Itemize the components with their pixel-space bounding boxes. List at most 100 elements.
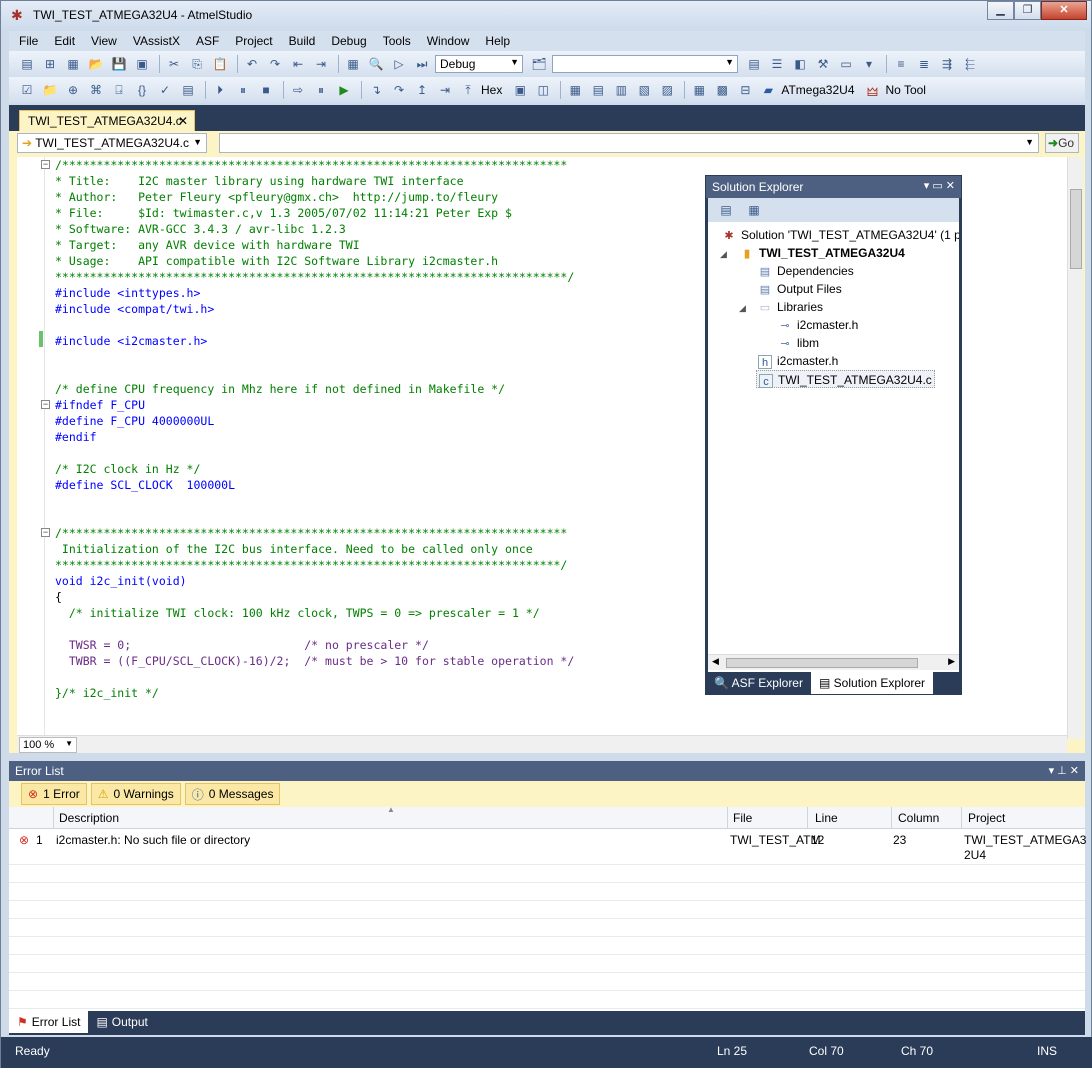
- editor-horizontal-scrollbar[interactable]: 100 % ▼: [17, 735, 1067, 753]
- save-all-icon[interactable]: ▣: [132, 55, 152, 73]
- menu-help[interactable]: Help: [475, 34, 516, 48]
- save-icon[interactable]: 💾: [109, 55, 129, 73]
- tree-item-dependencies[interactable]: ▤ Dependencies: [758, 262, 854, 280]
- find-in-files-icon[interactable]: 🗂: [529, 55, 549, 73]
- panel-window-controls[interactable]: ▾ ⊥ ✕: [1049, 764, 1079, 777]
- io-view-icon[interactable]: ▥: [611, 81, 631, 99]
- tool-selector[interactable]: No Tool: [886, 83, 926, 97]
- chip-icon[interactable]: ▰: [758, 81, 778, 99]
- build-icon[interactable]: ▦: [343, 55, 363, 73]
- find-combo[interactable]: ▼: [552, 55, 738, 73]
- tab-solution-explorer[interactable]: ▤ Solution Explorer: [810, 672, 934, 694]
- processor-icon[interactable]: ▨: [657, 81, 677, 99]
- step-over-icon[interactable]: ↷: [389, 81, 409, 99]
- close-button[interactable]: ✕: [1041, 1, 1087, 20]
- device-programming-icon[interactable]: ▣: [510, 81, 530, 99]
- reset-icon[interactable]: ⤒: [458, 81, 478, 99]
- minimize-button[interactable]: ▁: [987, 1, 1014, 20]
- break-all-icon[interactable]: ⏸: [233, 81, 253, 99]
- open-folder-icon[interactable]: 📁: [40, 81, 60, 99]
- show-next-statement-icon[interactable]: ⇨: [288, 81, 308, 99]
- outdent-icon[interactable]: ⬱: [960, 55, 980, 73]
- column-project[interactable]: Project: [968, 811, 1005, 825]
- find-symbol-icon[interactable]: ⊕: [63, 81, 83, 99]
- spell-check-icon[interactable]: ✓: [155, 81, 175, 99]
- breakpoints-icon[interactable]: ◫: [533, 81, 553, 99]
- run-icon[interactable]: ▶: [334, 81, 354, 99]
- table-row[interactable]: ⊗ 1 i2cmaster.h: No such file or directo…: [9, 829, 1086, 865]
- memory-icon[interactable]: ▦: [565, 81, 585, 99]
- cut-icon[interactable]: ✂: [164, 55, 184, 73]
- menu-edit[interactable]: Edit: [44, 34, 81, 48]
- device-selector[interactable]: ATmega32U4: [781, 83, 854, 97]
- menu-file[interactable]: File: [9, 34, 44, 48]
- snippet-icon[interactable]: {}: [132, 81, 152, 99]
- file-navigation-select[interactable]: ➔ TWI_TEST_ATMEGA32U4.c ▼: [17, 133, 207, 153]
- tree-item-header-file[interactable]: h i2cmaster.h: [758, 352, 838, 370]
- tree-item-output-files[interactable]: ▤ Output Files: [758, 280, 842, 298]
- function-navigation-select[interactable]: ▼: [219, 133, 1039, 153]
- tab-twi-test-c[interactable]: TWI_TEST_ATMEGA32U4.c ✕: [19, 110, 195, 131]
- messages-filter-button[interactable]: ⓘ 0 Messages: [184, 783, 281, 805]
- redo-icon[interactable]: ↷: [265, 55, 285, 73]
- collapse-arrow-icon[interactable]: ◢: [720, 249, 727, 260]
- stop-debugging-icon[interactable]: ■: [256, 81, 276, 99]
- menu-tools[interactable]: Tools: [373, 34, 417, 48]
- paste-icon[interactable]: 📋: [210, 55, 230, 73]
- collapse-arrow-icon[interactable]: ◢: [739, 303, 746, 314]
- grid-icon[interactable]: ▩: [712, 81, 732, 99]
- collapse-region-icon[interactable]: −: [41, 528, 50, 537]
- start-without-debugging-icon[interactable]: ▷: [389, 55, 409, 73]
- navigate-forward-icon[interactable]: ⇥: [311, 55, 331, 73]
- close-tab-icon[interactable]: ✕: [178, 114, 188, 128]
- menu-window[interactable]: Window: [417, 34, 476, 48]
- open-header-icon[interactable]: ⍈: [109, 81, 129, 99]
- extension-manager-icon[interactable]: ▾: [859, 55, 879, 73]
- step-into-icon[interactable]: ↴: [366, 81, 386, 99]
- pause-icon[interactable]: ⏸: [311, 81, 331, 99]
- tab-asf-explorer[interactable]: 🔍 ASF Explorer: [706, 672, 811, 694]
- disassembly-icon[interactable]: ▧: [634, 81, 654, 99]
- menu-view[interactable]: View: [81, 34, 123, 48]
- column-line[interactable]: Line: [815, 811, 838, 825]
- collapse-region-icon[interactable]: −: [41, 160, 50, 169]
- open-file-icon[interactable]: 📂: [86, 55, 106, 73]
- editor-vertical-scrollbar[interactable]: [1067, 157, 1083, 739]
- properties-icon[interactable]: ▤: [716, 201, 736, 219]
- tree-item-project[interactable]: ▮ TWI_TEST_ATMEGA32U4: [740, 244, 905, 262]
- undo-icon[interactable]: ↶: [242, 55, 262, 73]
- tree-item-libm[interactable]: ⊸ libm: [778, 334, 819, 352]
- solution-configuration-select[interactable]: Debug ▼: [435, 55, 523, 73]
- task-list-icon[interactable]: ☑: [17, 81, 37, 99]
- menu-asf[interactable]: ASF: [186, 34, 225, 48]
- errors-filter-button[interactable]: ⊗ 1 Error: [21, 783, 87, 805]
- maximize-button[interactable]: ❐: [1014, 1, 1041, 20]
- navigate-back-icon[interactable]: ⇤: [288, 55, 308, 73]
- run-to-cursor-icon[interactable]: ⇥: [435, 81, 455, 99]
- warnings-filter-button[interactable]: ⚠ 0 Warnings: [90, 783, 181, 805]
- indent-icon[interactable]: ⇶: [937, 55, 957, 73]
- step-out-icon[interactable]: ↥: [412, 81, 432, 99]
- start-debugging-icon[interactable]: ⏭: [412, 55, 432, 73]
- tree-item-lib-i2cmaster[interactable]: ⊸ i2cmaster.h: [778, 316, 858, 334]
- bookmark-icon[interactable]: ▤: [178, 81, 198, 99]
- column-column[interactable]: Column: [898, 811, 939, 825]
- collapse-region-icon[interactable]: −: [41, 400, 50, 409]
- tree-item-solution[interactable]: ✱ Solution 'TWI_TEST_ATMEGA32U4' (1 pro: [722, 226, 959, 244]
- calendar-icon[interactable]: ▦: [689, 81, 709, 99]
- toolbox-icon[interactable]: ⚒: [813, 55, 833, 73]
- add-item-icon[interactable]: ⊞: [40, 55, 60, 73]
- column-file[interactable]: File: [733, 811, 752, 825]
- comment-icon[interactable]: ≡: [891, 55, 911, 73]
- uncomment-icon[interactable]: ≣: [914, 55, 934, 73]
- reference-icon[interactable]: ⌘: [86, 81, 106, 99]
- tree-item-c-file[interactable]: c TWI_TEST_ATMEGA32U4.c: [756, 370, 935, 388]
- menu-debug[interactable]: Debug: [321, 34, 372, 48]
- continue-icon[interactable]: ⏵: [210, 81, 230, 99]
- solution-explorer-icon[interactable]: ▤: [744, 55, 764, 73]
- tab-error-list[interactable]: ⚑ Error List: [9, 1011, 89, 1033]
- tab-output[interactable]: ▤ Output: [88, 1011, 155, 1033]
- ruler-icon[interactable]: ⊟: [735, 81, 755, 99]
- scrollbar-thumb[interactable]: [726, 658, 918, 668]
- new-project-icon[interactable]: ▤: [17, 55, 37, 73]
